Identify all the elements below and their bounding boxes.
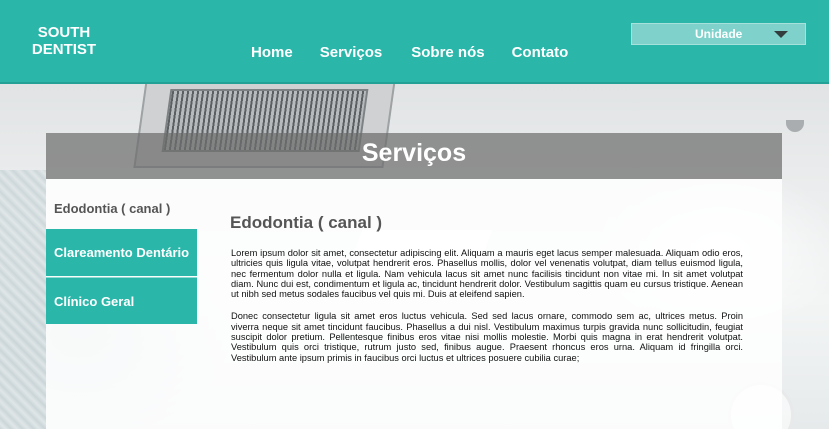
article-paragraph: Lorem ipsum dolor sit amet, consectetur … — [231, 248, 743, 300]
section-title-bar: Serviços — [46, 133, 782, 179]
article-title: Edodontia ( canal ) — [230, 213, 383, 232]
sidebar-item-clareamento[interactable]: Clareamento Dentário — [46, 229, 197, 276]
article-body: Lorem ipsum dolor sit amet, consectetur … — [231, 248, 743, 375]
unit-select[interactable]: Unidade — [631, 23, 806, 45]
frosted-glass — [0, 170, 46, 429]
site-header: SOUTH DENTIST Home Serviços Sobre nós Co… — [0, 0, 829, 84]
unit-select-value: Unidade — [695, 27, 743, 41]
ceiling-fixture — [786, 120, 804, 132]
main-nav: Home Serviços Sobre nós Contato — [251, 44, 568, 61]
article-paragraph: Donec consectetur ligula sit amet eros l… — [231, 311, 743, 363]
page-title: Serviços — [361, 139, 467, 167]
nav-sobre-nos[interactable]: Sobre nós — [411, 44, 484, 61]
chevron-down-icon — [774, 31, 788, 38]
logo[interactable]: SOUTH DENTIST — [24, 24, 104, 58]
sidebar-item-clinico-geral[interactable]: Clínico Geral — [46, 277, 197, 324]
nav-contato[interactable]: Contato — [512, 44, 569, 61]
nav-servicos[interactable]: Serviços — [320, 44, 383, 61]
nav-home[interactable]: Home — [251, 44, 293, 61]
sidebar-item-edodontia[interactable]: Edodontia ( canal ) — [54, 201, 170, 216]
